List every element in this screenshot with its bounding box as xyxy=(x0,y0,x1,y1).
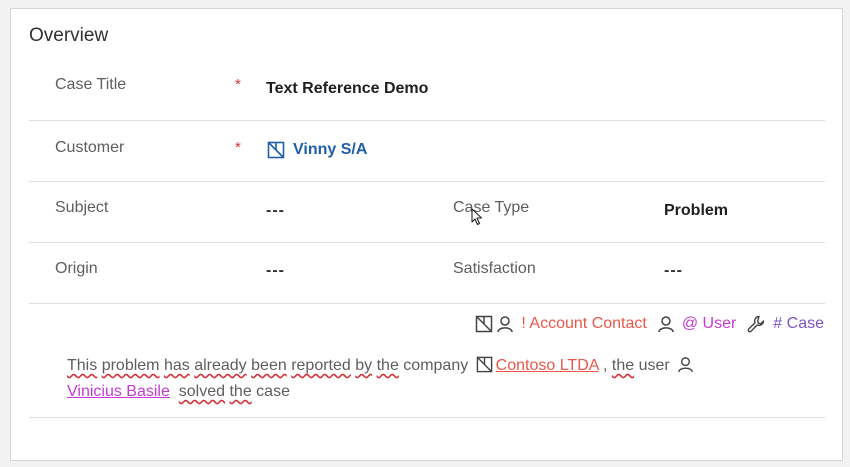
overview-card: Overview Case Title * Text Reference Dem… xyxy=(10,8,843,461)
note-word: case xyxy=(256,383,290,400)
required-indicator: * xyxy=(235,76,241,93)
note-word: by xyxy=(355,357,373,374)
user-icon xyxy=(677,356,694,380)
user-reference-link[interactable]: Vinicius Basile xyxy=(67,383,170,400)
account-contact-button[interactable]: ! Account Contact xyxy=(475,315,647,333)
user-icon xyxy=(657,315,675,333)
subject-label: Subject xyxy=(55,199,109,216)
account-icon xyxy=(267,141,285,159)
note-word: problem xyxy=(101,357,160,374)
origin-label: Origin xyxy=(55,260,98,277)
section-title: Overview xyxy=(29,25,109,46)
divider xyxy=(29,303,825,304)
account-icon xyxy=(476,356,493,380)
case-title-label: Case Title xyxy=(55,76,127,93)
wrench-icon xyxy=(746,314,766,334)
case-reference-button[interactable]: # Case xyxy=(746,314,824,334)
case-type-field[interactable]: Problem xyxy=(664,202,728,220)
mouse-cursor-icon xyxy=(471,208,483,231)
satisfaction-field[interactable]: --- xyxy=(664,262,683,280)
satisfaction-label: Satisfaction xyxy=(453,260,536,277)
note-word: This xyxy=(67,357,98,374)
case-type-label: Case Type xyxy=(453,199,530,216)
note-word: has xyxy=(163,357,190,374)
divider xyxy=(29,120,825,121)
user-reference-label: @ User xyxy=(681,315,737,332)
case-reference-label: # Case xyxy=(773,315,824,332)
note-word: solved xyxy=(178,383,226,400)
description-field[interactable]: This problem has already been reported b… xyxy=(67,354,787,403)
note-word: company xyxy=(403,357,469,374)
account-contact-label: ! Account Contact xyxy=(521,315,647,332)
note-word: reported xyxy=(291,357,351,374)
note-word: user xyxy=(638,357,670,374)
note-word: the xyxy=(376,357,399,374)
case-title-field[interactable]: Text Reference Demo xyxy=(266,80,428,98)
subject-field[interactable]: --- xyxy=(266,202,285,220)
account-icon xyxy=(475,315,493,333)
user-reference-button[interactable]: @ User xyxy=(657,315,736,333)
origin-field[interactable]: --- xyxy=(266,262,285,280)
customer-lookup[interactable]: Vinny S/A xyxy=(267,141,367,159)
divider xyxy=(29,181,825,182)
note-word: the xyxy=(229,383,252,400)
note-word: been xyxy=(251,357,287,374)
account-reference-link[interactable]: Contoso LTDA xyxy=(496,357,599,374)
customer-label: Customer xyxy=(55,139,125,156)
note-word: already xyxy=(194,357,247,374)
reference-toolbar: ! Account Contact @ User # Case xyxy=(475,314,824,334)
divider xyxy=(29,242,825,243)
contact-icon xyxy=(496,315,514,333)
note-word: the xyxy=(611,357,635,374)
customer-value[interactable]: Vinny S/A xyxy=(293,141,367,159)
divider xyxy=(29,417,825,418)
note-word: , xyxy=(603,357,608,374)
required-indicator: * xyxy=(235,139,241,156)
